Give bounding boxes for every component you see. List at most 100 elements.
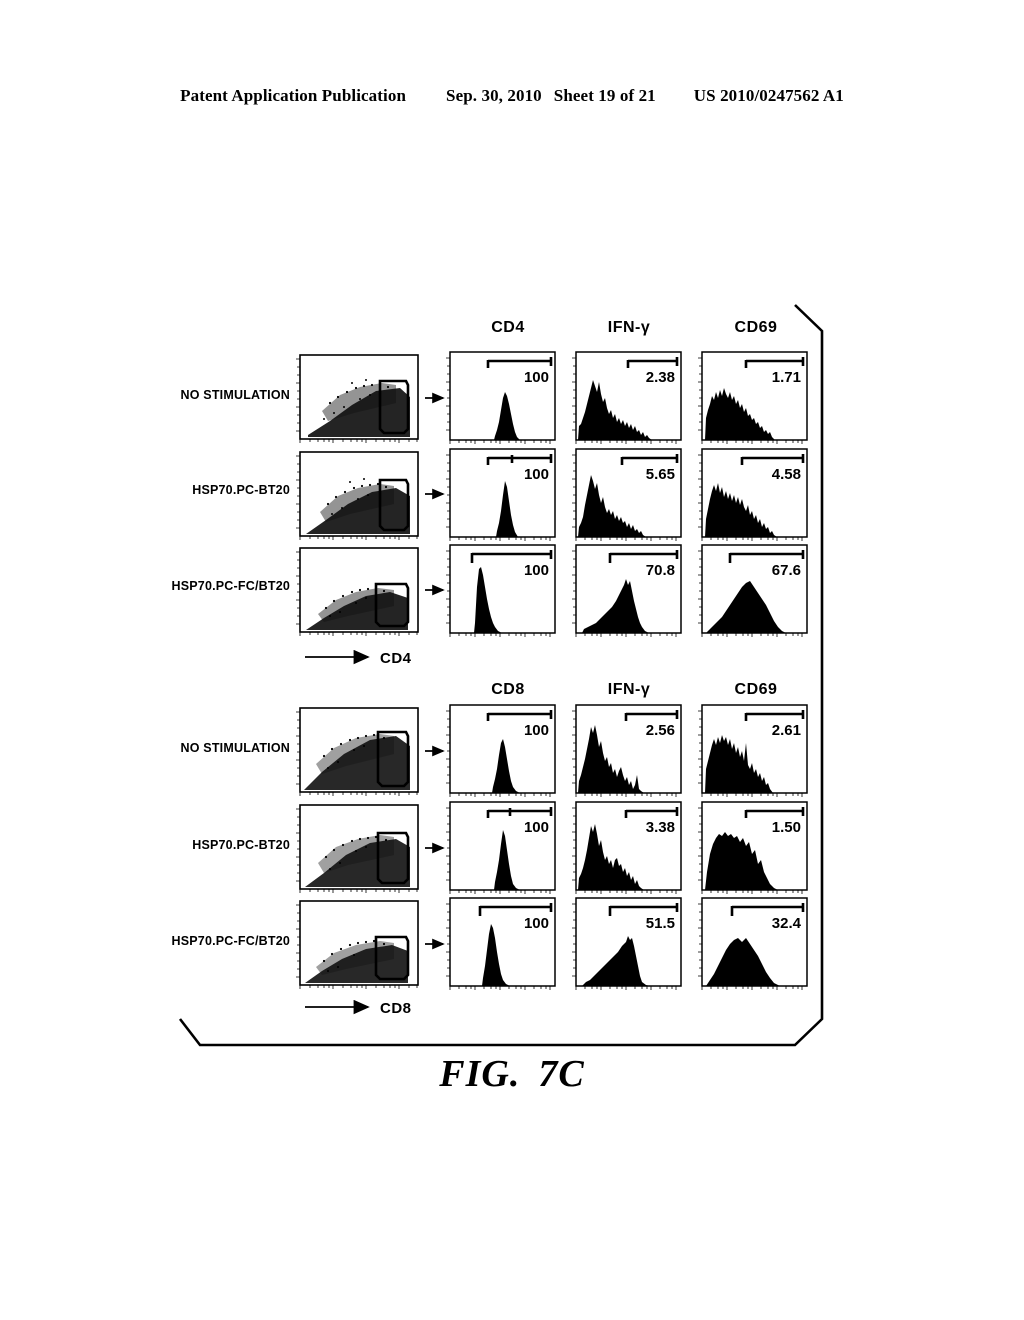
figure-caption-number: 7C <box>538 1053 585 1095</box>
histogram-ifng: 51.5 <box>572 897 682 990</box>
histogram-ifng: 70.8 <box>572 544 682 637</box>
gate-percentage: 51.5 <box>646 915 675 932</box>
row-hsp70-pc-fc-bt20-cd8: HSP70.PC-FC/BT20 100 51.5 32.4 <box>171 897 808 990</box>
patent-header: Patent Application Publication Sep. 30, … <box>0 86 1024 106</box>
column-header-ifng: IFN-γ <box>608 319 651 336</box>
column-header-cd69: CD69 <box>735 681 778 698</box>
gate-percentage: 32.4 <box>772 915 802 932</box>
gate-marker <box>744 807 805 818</box>
gate-percentage: 2.56 <box>646 722 675 739</box>
histogram-cd8: 100 <box>446 704 556 797</box>
gate-polygon <box>374 935 410 981</box>
gate-percentage: 2.38 <box>646 369 675 386</box>
gate-percentage: 100 <box>524 369 549 386</box>
gate-marker <box>728 550 805 563</box>
axis-label-text: CD4 <box>380 650 412 667</box>
gate-percentage: 3.38 <box>646 819 675 836</box>
row-label: HSP70.PC-FC/BT20 <box>171 934 290 948</box>
scatter-plot <box>296 900 419 989</box>
histogram-ifng: 5.65 <box>572 448 682 541</box>
row-label: HSP70.PC-BT20 <box>192 838 290 852</box>
row-no-stimulation-cd8: NO STIMULATION 100 2.56 2.61 <box>180 704 808 797</box>
histogram-cd69: 67.6 <box>698 544 808 637</box>
figure-7c: CD4 IFN-γ CD69 NO STIMULATION 100 2.38 1… <box>0 0 1024 1320</box>
row-label: NO STIMULATION <box>180 388 290 402</box>
row-no-stimulation-cd4: NO STIMULATION 100 2.38 1.71 <box>180 351 808 444</box>
row-hsp70-pc-bt20-cd4: HSP70.PC-BT20 100 5.65 4.58 <box>192 448 808 541</box>
gate-polygon <box>378 478 410 532</box>
column-header-cd69: CD69 <box>735 319 778 336</box>
gate-percentage: 1.71 <box>772 369 801 386</box>
gate-percentage: 5.65 <box>646 466 675 483</box>
histogram-cd69: 1.50 <box>698 801 808 894</box>
scatter-plot <box>296 354 419 443</box>
histogram-cd4: 100 <box>446 544 556 637</box>
gate-marker <box>486 357 553 368</box>
figure-caption-label: FIG. <box>439 1053 521 1095</box>
cd4-panel: CD4 IFN-γ CD69 NO STIMULATION 100 2.38 1… <box>171 319 808 667</box>
gate-percentage: 70.8 <box>646 562 675 579</box>
publication-title: Patent Application Publication <box>180 86 407 105</box>
histogram-cd69: 32.4 <box>698 897 808 990</box>
gate-percentage: 100 <box>524 722 549 739</box>
sheet-number: Sheet 19 of 21 <box>553 86 656 105</box>
gate-percentage: 4.58 <box>772 466 801 483</box>
scatter-plot <box>296 547 419 636</box>
gate-percentage: 67.6 <box>772 562 801 579</box>
patent-number: US 2010/0247562 A1 <box>693 86 844 105</box>
histogram-cd4: 100 <box>446 351 556 444</box>
axis-label-text: CD8 <box>380 1000 412 1017</box>
figure-bracket <box>178 304 824 1047</box>
gate-marker <box>740 454 805 465</box>
scatter-plot <box>296 804 419 893</box>
row-label: HSP70.PC-FC/BT20 <box>171 579 290 593</box>
gate-percentage: 2.61 <box>772 722 801 739</box>
figure-canvas: CD4 IFN-γ CD69 NO STIMULATION 100 2.38 1… <box>171 304 824 1047</box>
gate-percentage: 100 <box>524 466 549 483</box>
gate-marker <box>626 357 679 368</box>
gate-marker <box>744 710 805 721</box>
row-hsp70-pc-fc-bt20-cd4: HSP70.PC-FC/BT20 100 70.8 67.6 <box>171 544 808 637</box>
gate-percentage: 100 <box>524 915 549 932</box>
gate-marker <box>744 357 805 368</box>
gate-marker <box>620 454 679 465</box>
scatter-plot <box>296 707 419 796</box>
histogram-cd4: 100 <box>446 448 556 541</box>
gate-marker <box>624 710 679 721</box>
row-label: HSP70.PC-BT20 <box>192 483 290 497</box>
gate-percentage: 100 <box>524 819 549 836</box>
gate-percentage: 1.50 <box>772 819 801 836</box>
gate-percentage: 100 <box>524 562 549 579</box>
histogram-ifng: 2.38 <box>572 351 682 444</box>
gate-marker <box>486 710 553 721</box>
gate-polygon <box>374 582 410 628</box>
gate-marker <box>624 807 679 818</box>
gate-marker <box>486 454 553 465</box>
gate-marker <box>478 903 553 916</box>
gate-polygon <box>378 379 410 435</box>
gate-polygon <box>376 730 410 788</box>
gate-marker <box>470 550 553 563</box>
histogram-ifng: 3.38 <box>572 801 682 894</box>
column-header-cd4: CD4 <box>491 319 525 336</box>
histogram-cd69: 1.71 <box>698 351 808 444</box>
scatter-plot <box>296 451 419 540</box>
scatter-axis-label-cd8: CD8 <box>305 999 412 1017</box>
histogram-cd69: 4.58 <box>698 448 808 541</box>
scatter-axis-label-cd4: CD4 <box>305 649 412 667</box>
histogram-cd8: 100 <box>446 897 556 990</box>
cd8-panel: CD8 IFN-γ CD69 NO STIMULATION 100 2.56 2… <box>171 681 808 1017</box>
gate-marker <box>608 550 679 563</box>
column-header-ifng: IFN-γ <box>608 681 651 698</box>
histogram-cd69: 2.61 <box>698 704 808 797</box>
figure-caption: FIG. 7C <box>0 1052 1024 1096</box>
column-header-cd8: CD8 <box>491 681 525 698</box>
histogram-ifng: 2.56 <box>572 704 682 797</box>
row-hsp70-pc-bt20-cd8: HSP70.PC-BT20 100 3.38 1.50 <box>192 801 808 894</box>
gate-marker <box>486 807 553 818</box>
gate-marker <box>608 903 679 916</box>
gate-polygon <box>376 831 410 885</box>
row-label: NO STIMULATION <box>180 741 290 755</box>
gate-marker <box>730 903 805 916</box>
publication-date: Sep. 30, 2010 <box>446 86 542 105</box>
